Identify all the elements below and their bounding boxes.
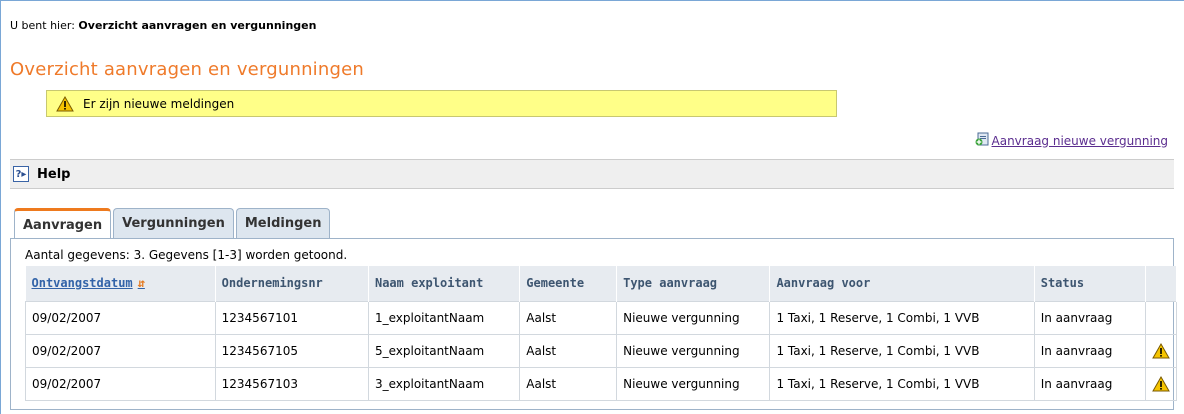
table-row[interactable]: 09/02/2007 1234567101 1_exploitantNaam A…: [25, 300, 1178, 335]
tab-vergunningen[interactable]: Vergunningen: [113, 208, 234, 238]
tab-meldingen[interactable]: Meldingen: [235, 208, 331, 238]
cell-aanvraag-voor: 1 Taxi, 1 Reserve, 1 Combi, 1 VVB: [769, 333, 1035, 368]
breadcrumb-prefix: U bent hier:: [10, 19, 75, 32]
cell-date: 09/02/2007: [25, 300, 216, 335]
cell-naam-exploitant: 1_exploitantNaam: [367, 300, 521, 335]
help-bar[interactable]: ?▸ Help: [10, 159, 1174, 189]
column-header-alert: [1145, 266, 1178, 301]
new-request-label: Aanvraag nieuwe vergunning: [991, 133, 1168, 148]
record-count: Aantal gegevens: 3. Gegevens [1-3] worde…: [25, 248, 348, 262]
table-row[interactable]: 09/02/2007 1234567105 5_exploitantNaam A…: [25, 333, 1178, 368]
column-header-gemeente: Gemeente: [519, 266, 618, 301]
cell-ondernemingsnr: 1234567101: [214, 300, 369, 335]
column-header-naam-exploitant: Naam exploitant: [368, 266, 521, 301]
cell-ondernemingsnr: 1234567103: [214, 366, 369, 401]
cell-gemeente: Aalst: [519, 300, 618, 335]
cell-aanvraag-voor: 1 Taxi, 1 Reserve, 1 Combi, 1 VVB: [769, 366, 1035, 401]
cell-status: In aanvraag: [1033, 300, 1146, 335]
cell-alert: [1144, 333, 1178, 368]
cell-type-aanvraag: Nieuwe vergunning: [616, 333, 771, 368]
cell-date: 09/02/2007: [25, 333, 216, 368]
page: U bent hier: Overzicht aanvragen en verg…: [0, 0, 1184, 414]
cell-date: 09/02/2007: [25, 366, 216, 401]
requests-table: Ontvangstdatum ⇵ Ondernemingsnr Naam expl…: [25, 266, 1178, 401]
cell-naam-exploitant: 3_exploitantNaam: [367, 366, 521, 401]
tab-panel: Aantal gegevens: 3. Gegevens [1-3] worde…: [10, 238, 1178, 410]
new-request-link[interactable]: Aanvraag nieuwe vergunning: [975, 132, 1168, 149]
cell-type-aanvraag: Nieuwe vergunning: [616, 300, 771, 335]
tab-bar: Aanvragen Vergunningen Meldingen: [14, 208, 332, 239]
sort-icon[interactable]: ⇵: [138, 276, 145, 290]
cell-ondernemingsnr: 1234567105: [214, 333, 369, 368]
breadcrumb-current: Overzicht aanvragen en vergunningen: [78, 19, 317, 32]
tab-aanvragen[interactable]: Aanvragen: [14, 208, 112, 239]
column-header-status: Status: [1034, 266, 1146, 301]
column-header-ontvangstdatum[interactable]: Ontvangstdatum ⇵: [25, 266, 216, 301]
column-header-aanvraag-voor: Aanvraag voor: [769, 266, 1035, 301]
page-title: Overzicht aanvragen en vergunningen: [10, 59, 364, 80]
help-label: Help: [37, 166, 71, 182]
cell-gemeente: Aalst: [519, 333, 618, 368]
cell-alert: [1144, 366, 1178, 401]
warning-icon[interactable]: [1151, 342, 1170, 359]
notification-banner: Er zijn nieuwe meldingen: [46, 90, 837, 117]
breadcrumb: U bent hier: Overzicht aanvragen en verg…: [10, 19, 316, 32]
new-document-icon: [975, 132, 990, 149]
warning-icon[interactable]: [1151, 375, 1170, 392]
warning-icon: [56, 95, 74, 112]
cell-alert: [1144, 300, 1178, 335]
column-header-label[interactable]: Ontvangstdatum: [32, 276, 133, 290]
column-header-type-aanvraag: Type aanvraag: [616, 266, 771, 301]
column-header-ondernemingsnr: Ondernemingsnr: [215, 266, 369, 301]
notification-text: Er zijn nieuwe meldingen: [83, 96, 235, 111]
cell-aanvraag-voor: 1 Taxi, 1 Reserve, 1 Combi, 1 VVB: [769, 300, 1035, 335]
cell-status: In aanvraag: [1033, 366, 1146, 401]
table-header-row: Ontvangstdatum ⇵ Ondernemingsnr Naam expl…: [25, 266, 1178, 301]
cell-gemeente: Aalst: [519, 366, 618, 401]
table-row[interactable]: 09/02/2007 1234567103 3_exploitantNaam A…: [25, 366, 1178, 401]
cell-status: In aanvraag: [1033, 333, 1146, 368]
cell-type-aanvraag: Nieuwe vergunning: [616, 366, 771, 401]
help-icon: ?▸: [13, 166, 29, 182]
cell-naam-exploitant: 5_exploitantNaam: [367, 333, 521, 368]
